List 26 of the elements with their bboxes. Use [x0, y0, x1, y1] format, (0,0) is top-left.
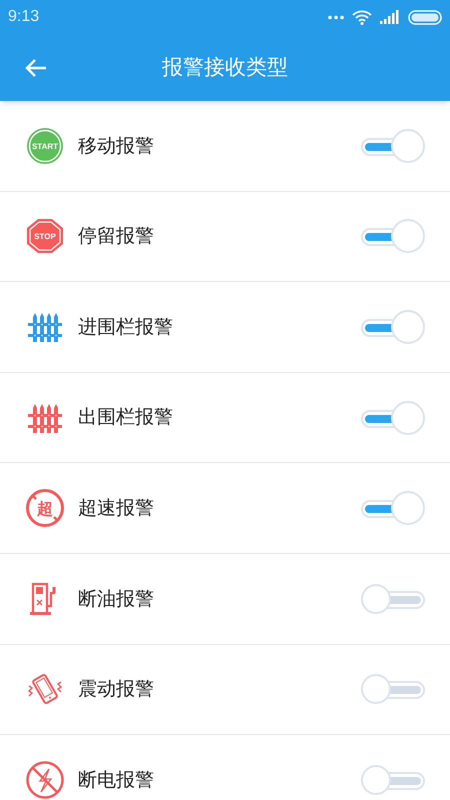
toggle-switch[interactable]: [361, 128, 425, 163]
toggle-switch[interactable]: [361, 310, 425, 344]
no-speeding-icon: 超: [25, 488, 65, 528]
toggle-switch[interactable]: [361, 491, 425, 526]
wifi-icon: [352, 10, 372, 24]
more-dots-icon: [328, 14, 344, 20]
toggle-switch[interactable]: [361, 582, 425, 616]
page-title: 报警接收类型: [161, 54, 289, 81]
back-arrow-icon: [25, 58, 47, 76]
signal-icon: [380, 10, 400, 24]
alarm-label: 震动报警: [78, 677, 154, 702]
alarm-label: 进围栏报警: [78, 314, 173, 340]
status-time: 9:13: [8, 7, 40, 27]
toggle-switch[interactable]: [361, 400, 425, 435]
alarm-label: 断电报警: [78, 768, 154, 793]
toggle-switch[interactable]: [361, 219, 425, 254]
alarm-label: 断油报警: [78, 586, 154, 612]
toggle-switch[interactable]: [361, 762, 425, 797]
toggle-switch[interactable]: [361, 672, 425, 706]
battery-icon: [408, 10, 442, 24]
no-power-icon: [25, 760, 65, 800]
start-sign-icon: START: [25, 126, 65, 166]
alarm-label: 停留报警: [78, 224, 154, 250]
alarm-label: 移动报警: [78, 134, 154, 159]
alarm-label: 出围栏报警: [78, 405, 173, 430]
alarm-label: 超速报警: [78, 496, 154, 521]
